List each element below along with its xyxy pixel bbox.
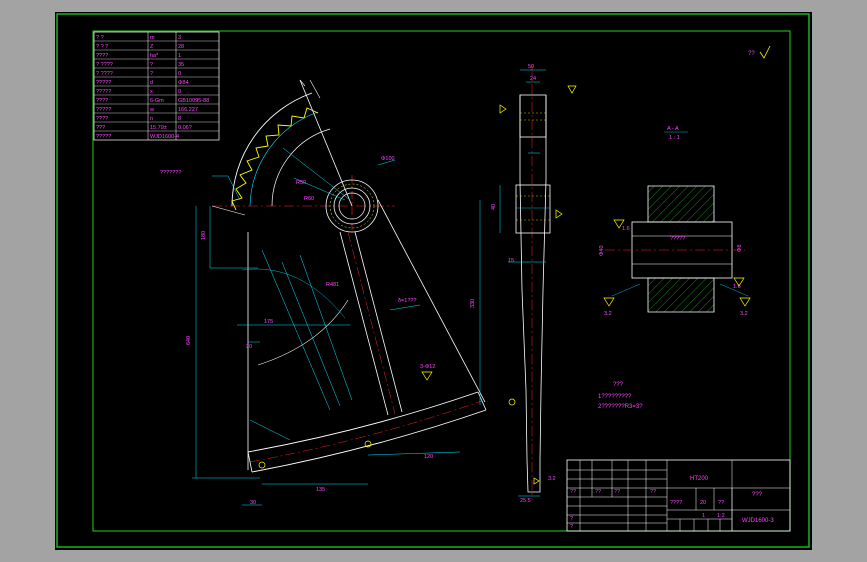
param-table-cell: 0 bbox=[178, 71, 181, 77]
section-ra-3: 3.2 bbox=[604, 311, 612, 317]
part-name: ??? bbox=[752, 492, 763, 498]
param-table-cell: 35 bbox=[178, 62, 184, 68]
tb-cell-2: ?? bbox=[614, 489, 620, 495]
rib-note: δ=1??? bbox=[398, 298, 417, 304]
param-table-cell: GB10095-88 bbox=[178, 98, 209, 104]
param-table-cell: x bbox=[150, 89, 153, 95]
param-table-cell: ha* bbox=[150, 53, 159, 59]
section-dim-1: Φ40 bbox=[599, 245, 605, 256]
tb-cell-7: ? bbox=[570, 524, 573, 530]
param-table-cell: ??? bbox=[96, 125, 105, 131]
param-table-cell: ???? bbox=[96, 53, 108, 59]
cad-drawing-canvas: ? ? m 3? ? ? Z 28???? ha* 1? ????? 35? ????? 0??… bbox=[0, 0, 867, 562]
param-table-cell: w bbox=[149, 107, 154, 113]
param-table-cell: ? ???? bbox=[96, 71, 113, 77]
tb-cell-6: ? bbox=[570, 516, 573, 522]
top-right-note: ?? bbox=[748, 51, 755, 57]
gear-callout-label: ??????? bbox=[160, 170, 181, 176]
param-table-cell: ? ? ? bbox=[96, 44, 108, 50]
scale-value: 1:2 bbox=[717, 513, 725, 519]
param-table-cell: 15.79± bbox=[150, 125, 167, 131]
side-dim-40: 40 bbox=[491, 204, 497, 210]
side-ref-ra: 3.2 bbox=[548, 476, 556, 482]
section-label: A - A bbox=[667, 126, 679, 132]
param-table-cell: n bbox=[150, 116, 153, 122]
side-dim-15: 15 bbox=[508, 258, 514, 264]
dim-330: 330 bbox=[470, 299, 476, 308]
param-table-cell: Φ84 bbox=[178, 80, 189, 86]
notes-line-2: 2???????R3=3? bbox=[598, 404, 643, 410]
dim-20: 20 bbox=[246, 344, 252, 350]
param-table-cell: 1 bbox=[178, 53, 181, 59]
section-dim-2: Φ8 bbox=[737, 245, 743, 252]
dim-135: 135 bbox=[316, 487, 325, 493]
side-dim-25-5: 25.5 bbox=[520, 498, 531, 504]
notes-title: ??? bbox=[613, 382, 624, 388]
section-scale: 1 : 1 bbox=[669, 135, 680, 141]
param-table-cell: m bbox=[150, 35, 155, 41]
param-table-cell: ????? bbox=[96, 80, 111, 86]
param-table-cell: 0 bbox=[178, 89, 181, 95]
tb-cell-4: ???? bbox=[670, 500, 682, 506]
tb-cell-3: ?? bbox=[650, 489, 656, 495]
section-upper-body bbox=[647, 185, 715, 223]
section-ra-1: 1.6 bbox=[622, 226, 630, 232]
side-dim-24: 24 bbox=[530, 76, 536, 82]
section-lower-body bbox=[647, 277, 715, 313]
hub-dimension: Φ100 bbox=[381, 156, 395, 162]
param-table-cell: ? bbox=[150, 71, 153, 77]
param-table-cell: ? bbox=[150, 62, 153, 68]
tb-cell-5: ?? bbox=[718, 500, 724, 506]
param-table-cell: 3 bbox=[178, 35, 181, 41]
drawing-number: WJD1600-3 bbox=[742, 518, 774, 524]
param-table-cell: ????? bbox=[96, 134, 111, 140]
param-table-cell: ???? bbox=[96, 116, 108, 122]
dim-120: 120 bbox=[424, 454, 433, 460]
material-label: HT200 bbox=[690, 476, 709, 482]
mass-value: 20 bbox=[700, 500, 706, 506]
param-table-cell: 28 bbox=[178, 44, 184, 50]
param-table-cell: 8 bbox=[178, 116, 181, 122]
side-dim-50: 50 bbox=[528, 64, 534, 70]
section-ra-4: 3.2 bbox=[740, 311, 748, 317]
param-table-cell: 0.06? bbox=[178, 125, 192, 131]
dim-175: 175 bbox=[264, 319, 273, 325]
param-table-cell: 166.227 bbox=[178, 107, 198, 113]
param-table-cell: ????? bbox=[96, 89, 111, 95]
param-table-cell: WJD1600-4 bbox=[150, 134, 179, 140]
notes-line-1: 1????????? bbox=[598, 394, 632, 400]
radius-dimension: R60 bbox=[304, 196, 314, 202]
tb-cell-0: ?? bbox=[570, 489, 576, 495]
dim-640: 640 bbox=[186, 336, 192, 345]
tb-cell-1: ?? bbox=[595, 489, 601, 495]
param-table-cell: 6-Gm bbox=[150, 98, 164, 104]
dim-180: 180 bbox=[201, 231, 207, 240]
keyway-note: ????? bbox=[670, 236, 685, 242]
ray-dimension: R481 bbox=[326, 282, 339, 288]
param-table-cell: ? ???? bbox=[96, 62, 113, 68]
param-table-cell: ? ? bbox=[96, 35, 104, 41]
cad-drawing-viewport[interactable]: ? ? m 3? ? ? Z 28???? ha* 1? ????? 35? ????? 0??… bbox=[0, 0, 867, 562]
slot-note: 3-Φ12 bbox=[420, 364, 435, 370]
radius-dimension-2: R50 bbox=[296, 180, 306, 186]
qty-value: 1 bbox=[702, 513, 705, 519]
param-table-cell: d bbox=[150, 80, 153, 86]
param-table-cell: ????? bbox=[96, 107, 111, 113]
param-table-cell: ???? bbox=[96, 98, 108, 104]
dim-30: 30 bbox=[250, 500, 256, 506]
